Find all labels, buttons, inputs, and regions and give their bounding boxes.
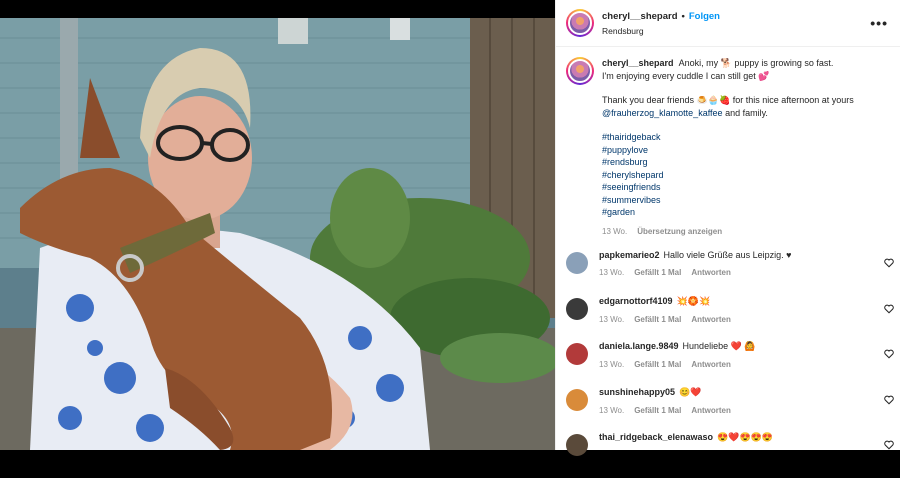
commenter-avatar[interactable] — [566, 252, 588, 274]
comment-item: daniela.lange.9849 Hundeliebe ❤️ 🙆 13 Wo.… — [566, 341, 896, 387]
hashtag-link[interactable]: #seeingfriends — [602, 181, 890, 194]
translate-button[interactable]: Übersetzung anzeigen — [637, 226, 722, 239]
caption-text: I'm enjoying every cuddle I can still ge… — [602, 70, 756, 81]
hashtag-link[interactable]: #rendsburg — [602, 156, 890, 169]
reply-button[interactable]: Antworten — [691, 406, 731, 415]
caption-text: puppy is growing so fast. — [734, 58, 834, 68]
commenter-username[interactable]: sunshinehappy05 — [599, 387, 675, 397]
comment-item: sunshinehappy05 😊❤️ 13 Wo. Gefällt 1 Mal … — [566, 387, 896, 433]
commenter-username[interactable]: daniela.lange.9849 — [599, 341, 679, 351]
comment-item: thai_ridgeback_elenawaso 😍❤️😍😍😍 — [566, 432, 896, 478]
reply-button[interactable]: Antworten — [691, 315, 731, 324]
comment-timestamp: 13 Wo. — [599, 405, 625, 415]
author-username[interactable]: cheryl__shepard — [602, 11, 678, 22]
comment-text: 😍❤️😍😍😍 — [717, 432, 774, 442]
comment-item: papkemarieo2 Hallo viele Grüße aus Leipzi… — [566, 250, 896, 296]
separator-dot: • — [681, 10, 685, 22]
food-emoji: 🍮🧁🍓 — [696, 95, 731, 105]
comment-timestamp: 13 Wo. — [599, 314, 625, 324]
hearts-emoji: 💕 — [758, 70, 770, 81]
woman-with-dog-image — [0, 18, 555, 450]
caption-text: for this nice afternoon at yours — [732, 95, 854, 105]
post-photo[interactable] — [0, 0, 555, 450]
reply-button[interactable]: Antworten — [691, 360, 731, 369]
post-header: cheryl__shepard • Folgen Rendsburg ••• — [556, 0, 900, 47]
mention-link[interactable]: @frauherzog_klamotte_kaffee — [602, 108, 723, 118]
commenter-avatar[interactable] — [566, 343, 588, 365]
caption-timestamp: 13 Wo. — [602, 226, 628, 236]
commenter-avatar[interactable] — [566, 434, 588, 456]
follow-button[interactable]: Folgen — [689, 11, 720, 22]
comment-item: edgarnottorf4109 💥🏵️💥 13 Wo. Gefällt 1 Ma… — [566, 296, 896, 342]
comments-list: papkemarieo2 Hallo viele Grüße aus Leipzi… — [566, 250, 896, 478]
caption-author-avatar[interactable] — [566, 57, 594, 85]
caption-text: Thank you dear friends — [602, 95, 695, 105]
post-caption: cheryl__shepard Anoki, my 🐕 puppy is gro… — [556, 47, 900, 238]
comment-likes[interactable]: Gefällt 1 Mal — [634, 268, 681, 277]
heart-icon[interactable] — [884, 395, 894, 405]
instagram-post: cheryl__shepard • Folgen Rendsburg ••• c… — [0, 0, 900, 456]
post-sidebar: cheryl__shepard • Folgen Rendsburg ••• c… — [555, 0, 900, 456]
comment-timestamp: 13 Wo. — [599, 360, 625, 369]
commenter-avatar[interactable] — [566, 297, 588, 320]
reply-button[interactable]: Antworten — [691, 268, 731, 277]
photo-top-bar — [0, 0, 555, 18]
comment-text: 😊❤️ — [679, 386, 702, 397]
caption-username[interactable]: cheryl__shepard — [602, 58, 674, 68]
hashtag-link[interactable]: #garden — [602, 206, 890, 219]
hashtag-link[interactable]: #thairidgeback — [602, 131, 890, 144]
heart-icon[interactable] — [884, 349, 894, 359]
heart-icon[interactable] — [884, 440, 894, 450]
comment-text: 💥🏵️💥 — [676, 295, 711, 306]
hashtag-link[interactable]: #puppylove — [602, 144, 890, 157]
dog-emoji: 🐕 — [720, 58, 732, 68]
comment-likes[interactable]: Gefällt 1 Mal — [634, 315, 681, 324]
comment-text: Hundeliebe ❤️ 🙆 — [682, 341, 756, 351]
commenter-username[interactable]: edgarnottorf4109 — [599, 296, 673, 306]
author-avatar[interactable] — [566, 9, 594, 37]
caption-text: and family. — [725, 107, 768, 118]
heart-icon[interactable] — [884, 258, 894, 268]
comment-likes[interactable]: Gefällt 1 Mal — [634, 360, 681, 369]
more-options-icon[interactable]: ••• — [870, 15, 888, 31]
commenter-username[interactable]: thai_ridgeback_elenawaso — [599, 432, 713, 442]
caption-text: Anoki, my — [678, 58, 719, 68]
hashtag-link[interactable]: #cherylshepard — [602, 169, 890, 182]
hashtag-link[interactable]: #summervibes — [602, 194, 890, 207]
commenter-username[interactable]: papkemarieo2 — [599, 250, 660, 260]
location-link[interactable]: Rendsburg — [602, 26, 720, 36]
comment-text: Hallo viele Grüße aus Leipzig. ♥ — [663, 250, 792, 260]
comment-likes[interactable]: Gefällt 1 Mal — [634, 406, 681, 415]
heart-icon[interactable] — [884, 304, 894, 314]
commenter-avatar[interactable] — [566, 388, 588, 411]
comment-timestamp: 13 Wo. — [599, 268, 625, 277]
